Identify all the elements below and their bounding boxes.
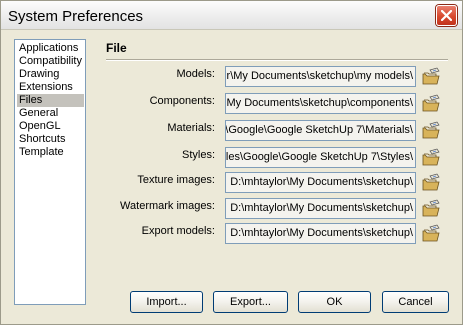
export-models-browse-button[interactable] <box>421 224 441 244</box>
folder-browse-icon <box>422 121 440 139</box>
category-item-drawing[interactable]: Drawing <box>17 68 84 81</box>
category-item-opengl[interactable]: OpenGL <box>17 120 84 133</box>
styles-path-field[interactable]: iles\Google\Google SketchUp 7\Styles\ <box>225 147 416 168</box>
folder-browse-icon <box>422 94 440 112</box>
folder-browse-icon <box>422 199 440 217</box>
watermark-images-label: Watermark images: <box>120 200 215 212</box>
models-path-value: r\My Documents\sketchup\my models\ <box>226 70 413 82</box>
folder-browse-icon <box>422 67 440 85</box>
materials-browse-button[interactable] <box>421 121 441 141</box>
components-browse-button[interactable] <box>421 94 441 114</box>
models-path-field[interactable]: r\My Documents\sketchup\my models\ <box>225 66 416 87</box>
materials-label: Materials: <box>167 122 215 134</box>
ok-button[interactable]: OK <box>298 291 371 313</box>
models-label: Models: <box>176 68 215 80</box>
export-models-label: Export models: <box>141 225 215 237</box>
materials-path-field[interactable]: \Google\Google SketchUp 7\Materials\ <box>225 120 416 141</box>
watermark-images-path-value: D:\mhtaylor\My Documents\sketchup\ <box>230 202 413 214</box>
components-path-field[interactable]: My Documents\sketchup\components\ <box>225 93 416 114</box>
system-preferences-dialog: System Preferences Applications Compatib… <box>0 0 463 325</box>
folder-browse-icon <box>422 173 440 191</box>
section-divider <box>106 59 448 61</box>
texture-images-label: Texture images: <box>137 174 215 186</box>
category-item-applications[interactable]: Applications <box>17 42 84 55</box>
watermark-images-browse-button[interactable] <box>421 199 441 219</box>
components-label: Components: <box>149 95 215 107</box>
export-models-path-value: D:\mhtaylor\My Documents\sketchup\ <box>230 227 413 239</box>
cancel-button[interactable]: Cancel <box>382 291 449 313</box>
section-title: File <box>106 41 127 55</box>
close-button[interactable] <box>436 5 457 26</box>
category-item-shortcuts[interactable]: Shortcuts <box>17 133 84 146</box>
title-bar[interactable]: System Preferences <box>1 1 462 30</box>
components-path-value: My Documents\sketchup\components\ <box>226 97 413 109</box>
watermark-images-path-field[interactable]: D:\mhtaylor\My Documents\sketchup\ <box>225 198 416 219</box>
close-icon <box>441 10 452 21</box>
texture-images-path-field[interactable]: D:\mhtaylor\My Documents\sketchup\ <box>225 172 416 193</box>
export-button[interactable]: Export... <box>213 291 288 313</box>
import-button[interactable]: Import... <box>130 291 203 313</box>
texture-images-browse-button[interactable] <box>421 173 441 193</box>
category-item-files[interactable]: Files <box>17 94 84 107</box>
window-title: System Preferences <box>8 8 144 25</box>
category-list[interactable]: Applications Compatibility Drawing Exten… <box>14 39 86 305</box>
styles-label: Styles: <box>181 149 215 161</box>
category-item-extensions[interactable]: Extensions <box>17 81 84 94</box>
models-browse-button[interactable] <box>421 67 441 87</box>
materials-path-value: \Google\Google SketchUp 7\Materials\ <box>225 124 413 136</box>
styles-path-value: iles\Google\Google SketchUp 7\Styles\ <box>225 151 413 163</box>
export-models-path-field[interactable]: D:\mhtaylor\My Documents\sketchup\ <box>225 223 416 244</box>
category-item-compatibility[interactable]: Compatibility <box>17 55 84 68</box>
category-item-template[interactable]: Template <box>17 146 84 159</box>
styles-browse-button[interactable] <box>421 148 441 168</box>
category-item-general[interactable]: General <box>17 107 84 120</box>
folder-browse-icon <box>422 148 440 166</box>
texture-images-path-value: D:\mhtaylor\My Documents\sketchup\ <box>230 176 413 188</box>
folder-browse-icon <box>422 224 440 242</box>
